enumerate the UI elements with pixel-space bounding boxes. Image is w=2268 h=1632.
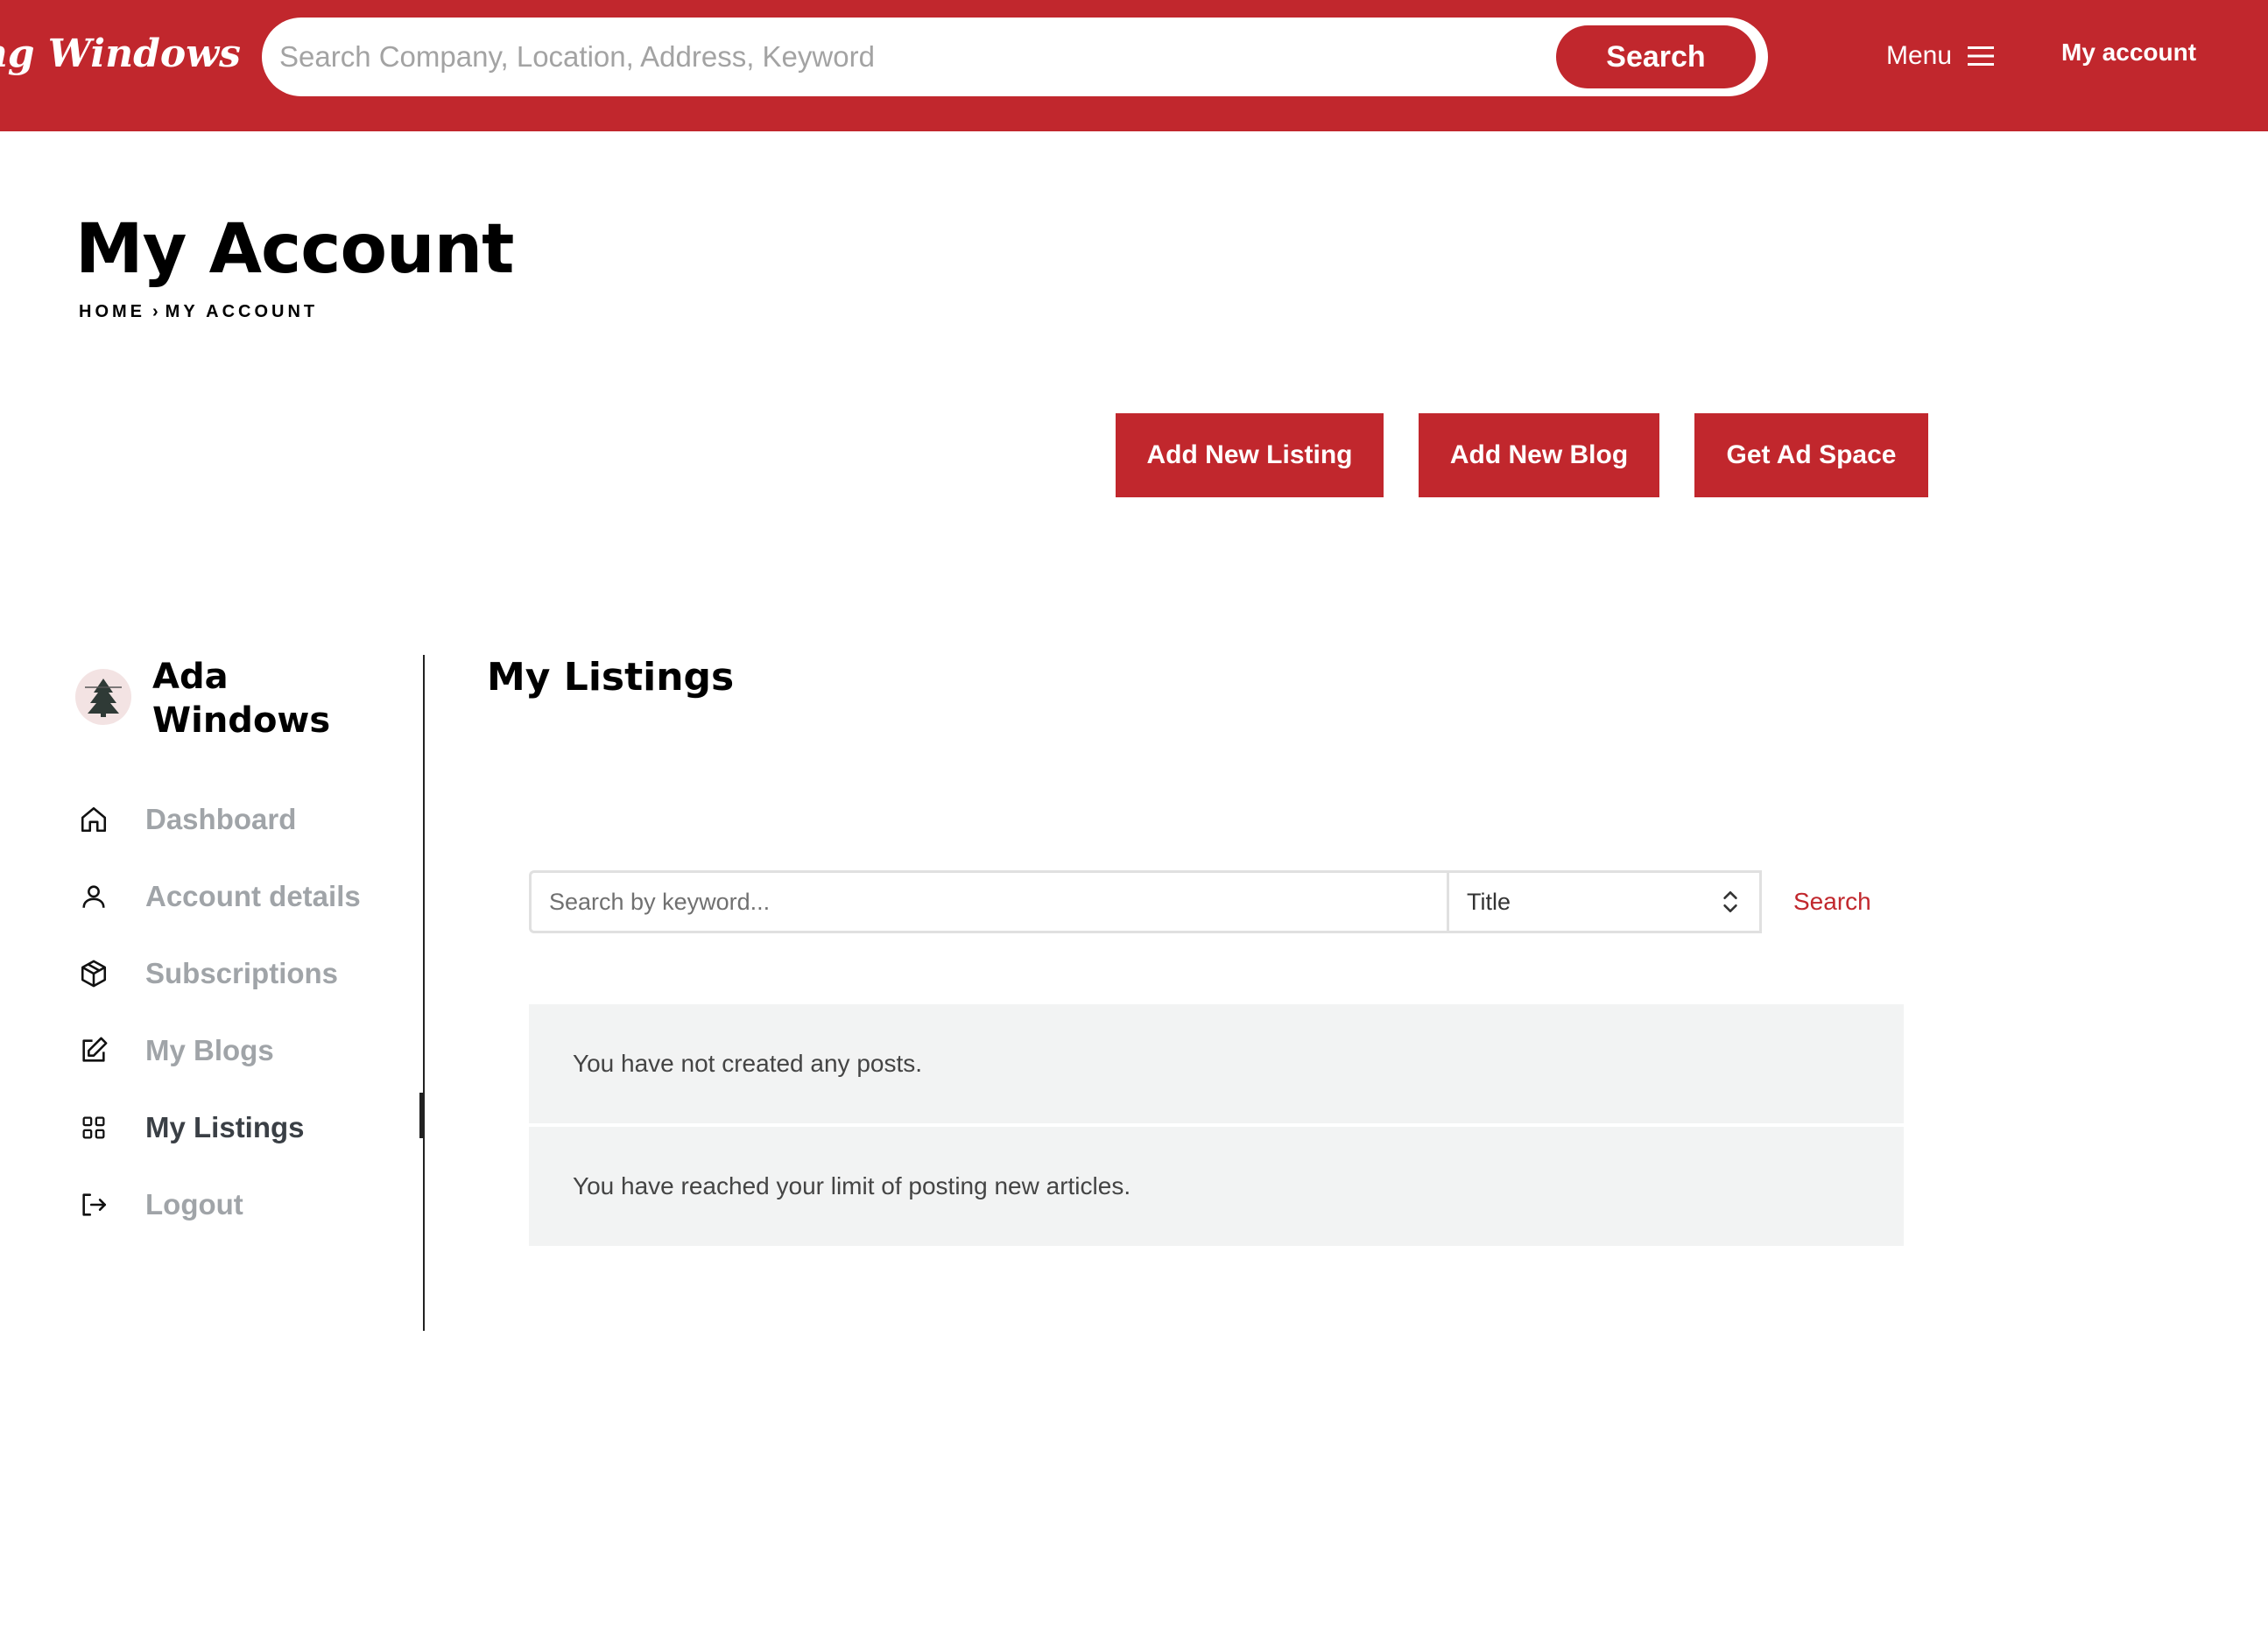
menu-toggle[interactable]: Menu xyxy=(1886,39,1995,74)
home-icon xyxy=(81,806,107,833)
sidebar-item-subscriptions[interactable]: Subscriptions xyxy=(79,935,420,1012)
breadcrumb: HOME › MY ACCOUNT xyxy=(79,302,318,322)
hamburger-icon xyxy=(1968,46,1995,66)
page-title: My Account xyxy=(75,210,514,289)
edit-icon xyxy=(82,1037,108,1062)
breadcrumb-current: MY ACCOUNT xyxy=(165,302,319,321)
sidebar-item-account-details[interactable]: Account details xyxy=(79,858,420,935)
add-new-blog-button[interactable]: Add New Blog xyxy=(1419,413,1659,497)
sidebar-item-label: Dashboard xyxy=(145,803,297,835)
notice-text: You have not created any posts. xyxy=(573,1050,923,1077)
package-icon xyxy=(81,960,107,988)
sidebar-item-label: Account details xyxy=(145,880,361,912)
menu-label: Menu xyxy=(1886,41,1953,70)
global-search-button[interactable]: Search xyxy=(1556,25,1756,88)
sidebar-item-label: My Listings xyxy=(145,1111,305,1143)
listing-search-button[interactable]: Search xyxy=(1793,888,1871,916)
add-new-listing-button[interactable]: Add New Listing xyxy=(1116,413,1384,497)
search-field-selected: Title xyxy=(1467,888,1511,915)
global-search-bar: Search xyxy=(262,18,1768,96)
account-sidebar-nav: Dashboard Account details Subscriptions … xyxy=(79,781,420,1243)
chevron-up-down-icon xyxy=(1723,891,1737,912)
grid-icon xyxy=(82,1116,105,1139)
active-nav-marker xyxy=(419,1093,425,1138)
top-bar: ing Windows Search Menu My account xyxy=(0,0,2268,131)
sidebar-item-label: Subscriptions xyxy=(145,957,339,989)
sidebar-item-my-blogs[interactable]: My Blogs xyxy=(79,1012,420,1089)
breadcrumb-separator: › xyxy=(152,302,158,321)
my-account-link[interactable]: My account xyxy=(2061,39,2196,67)
keyword-search-input[interactable] xyxy=(529,870,1447,933)
user-name: Ada Windows xyxy=(152,657,331,741)
notice-post-limit: You have reached your limit of posting n… xyxy=(529,1127,1904,1246)
get-ad-space-button[interactable]: Get Ad Space xyxy=(1694,413,1928,497)
sidebar-item-label: My Blogs xyxy=(145,1034,274,1066)
avatar xyxy=(75,669,131,725)
listing-filter: Title Search xyxy=(529,870,1871,933)
sidebar-item-dashboard[interactable]: Dashboard xyxy=(79,781,420,858)
sidebar-item-my-listings[interactable]: My Listings xyxy=(79,1089,420,1166)
site-logo[interactable]: ing Windows xyxy=(0,32,241,76)
sidebar-item-label: Logout xyxy=(145,1188,243,1220)
notice-text: You have reached your limit of posting n… xyxy=(573,1172,1131,1199)
notice-no-posts: You have not created any posts. xyxy=(529,1004,1904,1123)
sidebar-divider xyxy=(423,655,425,1331)
user-icon xyxy=(82,885,105,908)
user-profile: Ada Windows xyxy=(75,655,363,742)
section-title: My Listings xyxy=(487,655,735,700)
breadcrumb-home[interactable]: HOME xyxy=(79,302,145,321)
sidebar-item-logout[interactable]: Logout xyxy=(79,1166,420,1243)
tree-logo-icon xyxy=(85,679,122,717)
search-field-select[interactable]: Title xyxy=(1447,870,1762,933)
global-search-input[interactable] xyxy=(279,33,1540,81)
logout-icon xyxy=(82,1193,107,1216)
